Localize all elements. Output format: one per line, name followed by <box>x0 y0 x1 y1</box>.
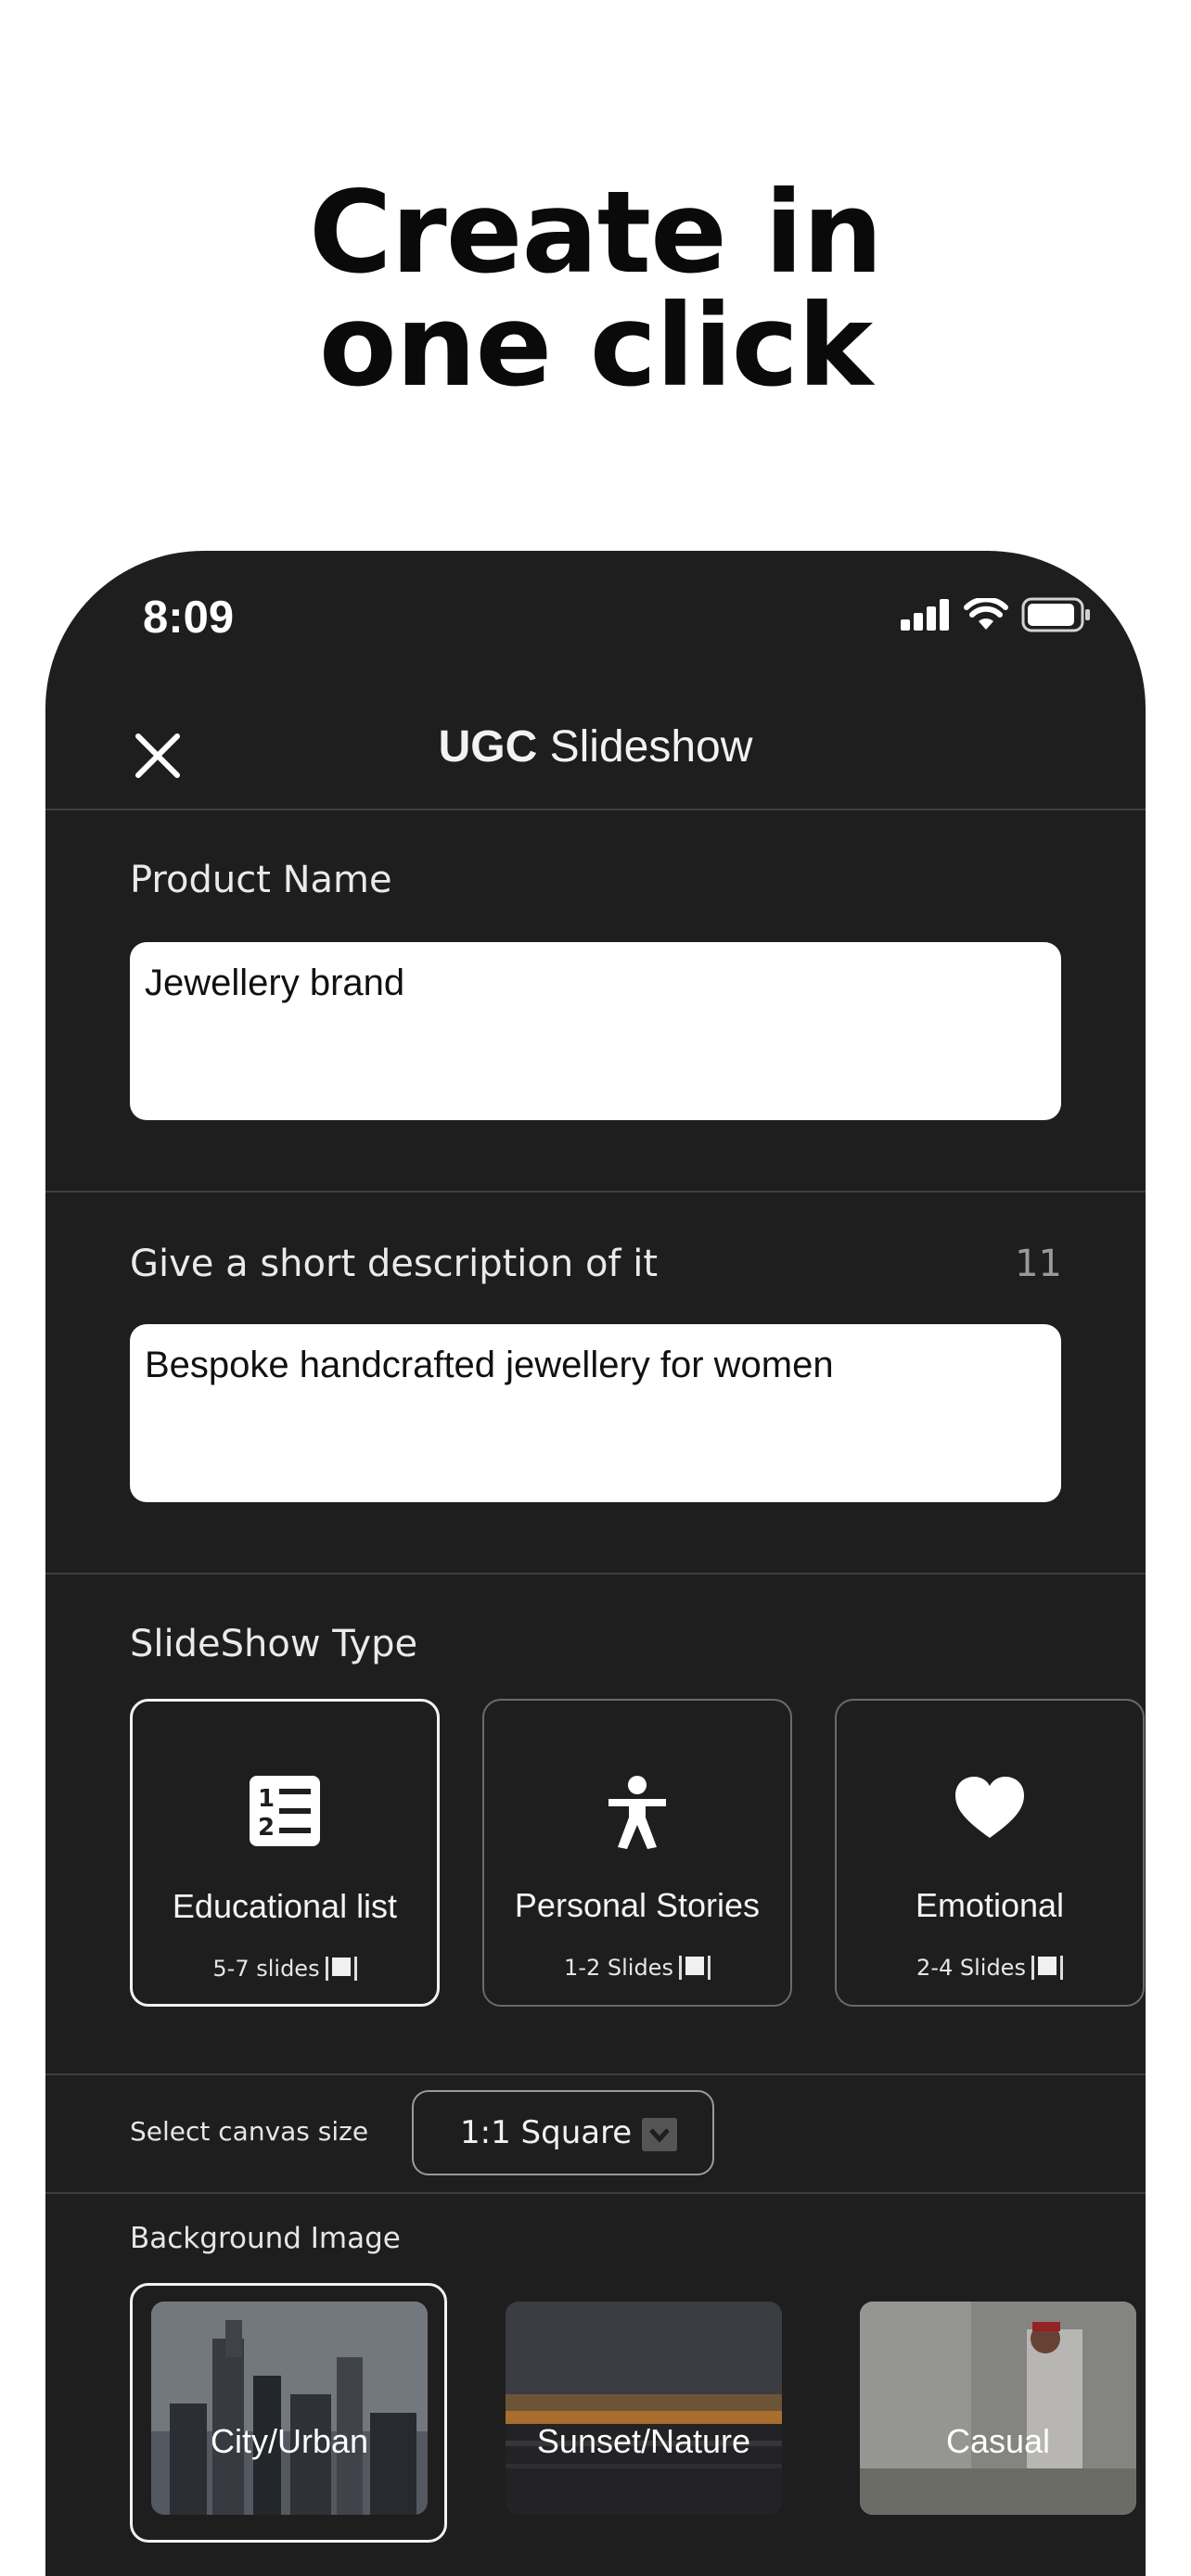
canvas-size-label: Select canvas size <box>130 2116 369 2147</box>
description-label: Give a short description of it <box>130 1243 659 1285</box>
slideshow-option-emotional[interactable]: Emotional 2-4 Slides <box>835 1699 1145 2007</box>
option-title: Personal Stories <box>514 1886 761 1924</box>
background-option-title: Casual <box>945 2422 1051 2460</box>
canvas-size-select[interactable]: 1:1 Square <box>412 2090 714 2175</box>
background-option-title: City/Urban <box>210 2422 369 2460</box>
wifi-icon <box>964 598 1008 630</box>
person-icon <box>608 1776 666 1849</box>
sunset-image <box>506 2302 782 2515</box>
description-section: Give a short description of it 11 Bespok… <box>45 1192 1146 1575</box>
background-option-sunset[interactable]: Sunset/Nature <box>506 2302 782 2515</box>
nav-title: UGC Slideshow <box>45 721 1146 772</box>
background-image-section: Background Image City/Urban Sunset/Natur… <box>45 2194 1146 2576</box>
svg-text:1: 1 <box>258 1785 275 1813</box>
option-subtitle-text: 2-4 Slides <box>916 1955 1026 1981</box>
option-subtitle-text: 1-2 Slides <box>564 1955 673 1981</box>
option-subtitle-text: 5-7 slides <box>212 1956 320 1982</box>
canvas-size-value: 1:1 Square <box>460 2114 633 2151</box>
cellular-signal-icon <box>901 599 949 631</box>
background-image-label: Background Image <box>130 2222 401 2255</box>
city-image <box>151 2302 428 2515</box>
background-option-title: Sunset/Nature <box>536 2422 751 2460</box>
nav-title-bold: UGC <box>438 722 538 772</box>
option-subtitle: 5-7 slides <box>133 1956 437 1982</box>
svg-text:2: 2 <box>258 1814 275 1842</box>
option-title: Educational list <box>172 1887 398 1925</box>
product-name-input[interactable]: Jewellery brand <box>130 942 1061 1120</box>
phone-screen: 8:09 UGC Slideshow Product Name Jeweller… <box>45 551 1146 2576</box>
numbered-list-icon: 1 2 <box>250 1776 320 1846</box>
chevron-down-icon <box>642 2118 677 2151</box>
status-time: 8:09 <box>143 593 235 643</box>
status-bar: 8:09 <box>45 551 1146 690</box>
slideshow-type-options: 1 2 Educational list 5-7 slides Personal… <box>130 1699 1146 2014</box>
nav-bar: UGC Slideshow <box>45 690 1146 810</box>
battery-icon <box>1021 597 1090 632</box>
headline: Create in one click <box>0 176 1191 402</box>
description-input[interactable]: Bespoke handcrafted jewellery for women <box>130 1324 1061 1502</box>
casual-image <box>860 2302 1136 2515</box>
option-title: Emotional <box>915 1886 1065 1924</box>
slides-icon <box>325 1957 357 1981</box>
product-name-label: Product Name <box>130 859 392 901</box>
description-counter: 11 <box>1015 1243 1062 1285</box>
product-name-section: Product Name Jewellery brand <box>45 810 1146 1192</box>
slideshow-option-personal-stories[interactable]: Personal Stories 1-2 Slides <box>482 1699 792 2007</box>
slideshow-type-label: SlideShow Type <box>130 1623 418 1665</box>
nav-title-rest: Slideshow <box>537 722 753 772</box>
headline-line-2: one click <box>318 280 873 412</box>
status-icons <box>901 597 1092 632</box>
option-subtitle: 2-4 Slides <box>837 1955 1143 1981</box>
slides-icon <box>1031 1956 1063 1980</box>
slideshow-option-educational[interactable]: 1 2 Educational list 5-7 slides <box>130 1699 440 2007</box>
headline-line-1: Create in <box>309 167 883 299</box>
slides-icon <box>678 1956 711 1980</box>
canvas-size-section: Select canvas size 1:1 Square <box>45 2075 1146 2194</box>
heart-icon <box>955 1777 1024 1838</box>
background-option-city[interactable]: City/Urban <box>151 2302 428 2515</box>
option-subtitle: 1-2 Slides <box>484 1955 790 1981</box>
slideshow-type-section: SlideShow Type 1 2 Educational list 5-7 … <box>45 1575 1146 2075</box>
background-option-casual[interactable]: Casual <box>860 2302 1136 2515</box>
